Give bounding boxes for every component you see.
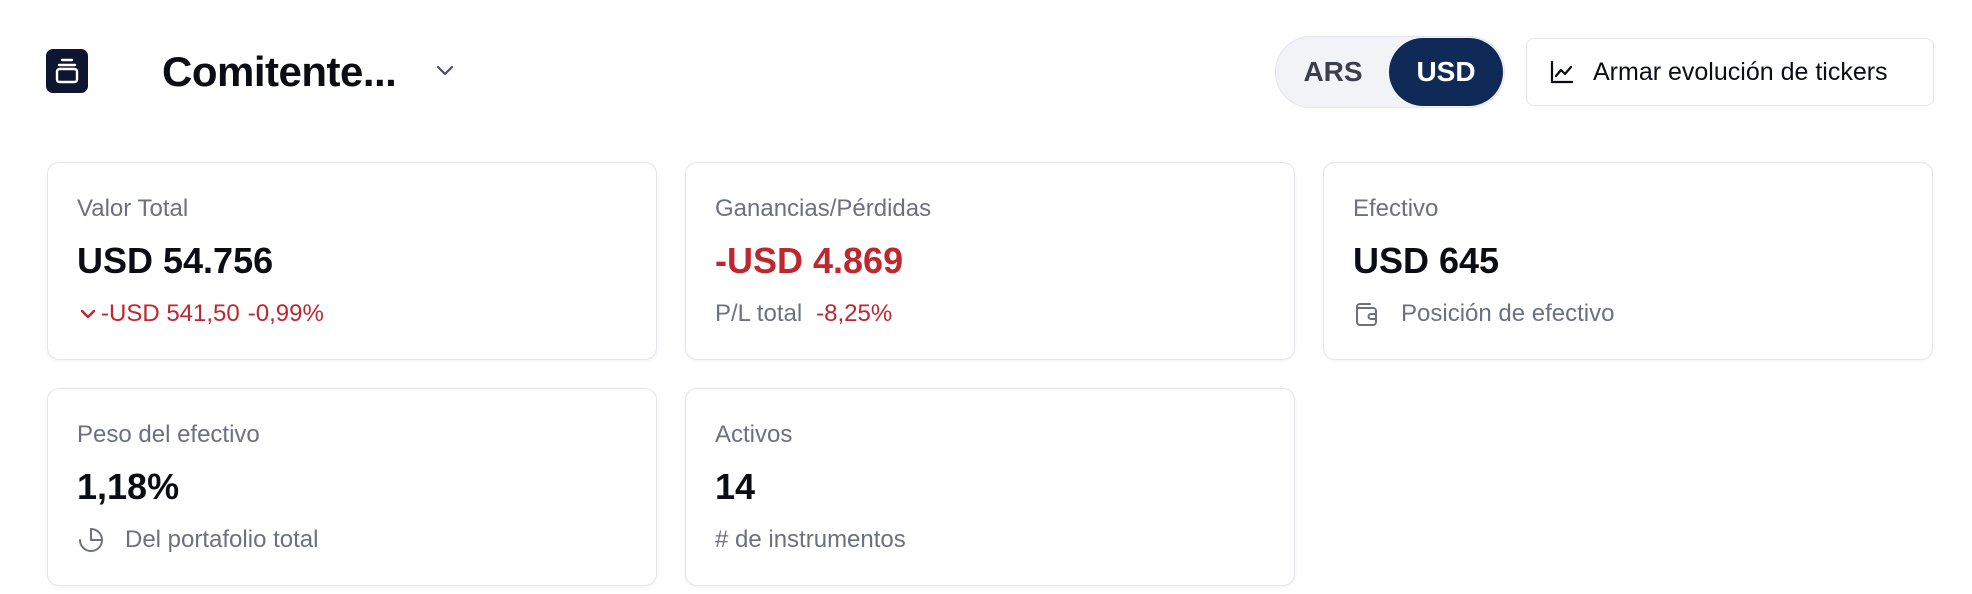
card-label: Activos	[715, 421, 793, 448]
pnl-sub-label: P/L total	[715, 300, 803, 327]
cash-weight-value: 1,18%	[77, 466, 180, 507]
account-title[interactable]: Comitente...	[162, 44, 397, 100]
currency-option-ars[interactable]: ARS	[1280, 38, 1386, 106]
line-chart-icon	[1550, 60, 1574, 84]
change-amount: -USD 541,50	[101, 300, 240, 327]
pie-chart-icon	[79, 528, 103, 552]
pnl-percent: -8,25%	[816, 300, 893, 327]
assets-value: 14	[715, 466, 756, 507]
cash-sub: Posición de efectivo	[1353, 297, 1614, 331]
build-ticker-evolution-label: Armar evolución de tickers	[1593, 57, 1888, 86]
cash-value: USD 645	[1353, 240, 1500, 281]
chevron-down-icon[interactable]	[432, 58, 458, 84]
card-label: Valor Total	[77, 195, 189, 222]
currency-toggle: ARS USD	[1275, 36, 1505, 108]
total-value: USD 54.756	[77, 240, 274, 281]
card-label: Peso del efectivo	[77, 421, 260, 448]
pnl-card: Ganancias/Pérdidas -USD 4.869 P/L total …	[685, 162, 1295, 360]
change-percent: -0,99%	[247, 300, 324, 327]
page-header: Comitente... ARS USD Armar evolución de …	[0, 0, 1972, 140]
total-value-change: -USD 541,50 -0,99%	[77, 297, 324, 331]
wallet-icon	[1356, 303, 1377, 326]
cash-weight-card: Peso del efectivo 1,18% Del portafolio t…	[47, 388, 657, 586]
total-value-card: Valor Total USD 54.756 -USD 541,50 -0,99…	[47, 162, 657, 360]
cash-weight-sub-label: Del portafolio total	[125, 526, 319, 553]
assets-sub-label: # de instrumentos	[715, 526, 906, 553]
pnl-total: P/L total -8,25%	[715, 297, 892, 331]
card-label: Ganancias/Pérdidas	[715, 195, 932, 222]
pnl-value: -USD 4.869	[715, 240, 904, 281]
cash-card: Efectivo USD 645 Posición de efectivo	[1323, 162, 1933, 360]
card-label: Efectivo	[1353, 195, 1439, 222]
layers-icon[interactable]	[46, 49, 88, 93]
build-ticker-evolution-button[interactable]: Armar evolución de tickers	[1526, 38, 1934, 106]
chevron-down-icon	[80, 309, 96, 319]
assets-card: Activos 14 # de instrumentos	[685, 388, 1295, 586]
currency-option-usd[interactable]: USD	[1389, 38, 1503, 106]
assets-sub: # de instrumentos	[715, 523, 906, 557]
cash-weight-sub: Del portafolio total	[77, 523, 318, 557]
cash-sub-label: Posición de efectivo	[1401, 300, 1615, 327]
